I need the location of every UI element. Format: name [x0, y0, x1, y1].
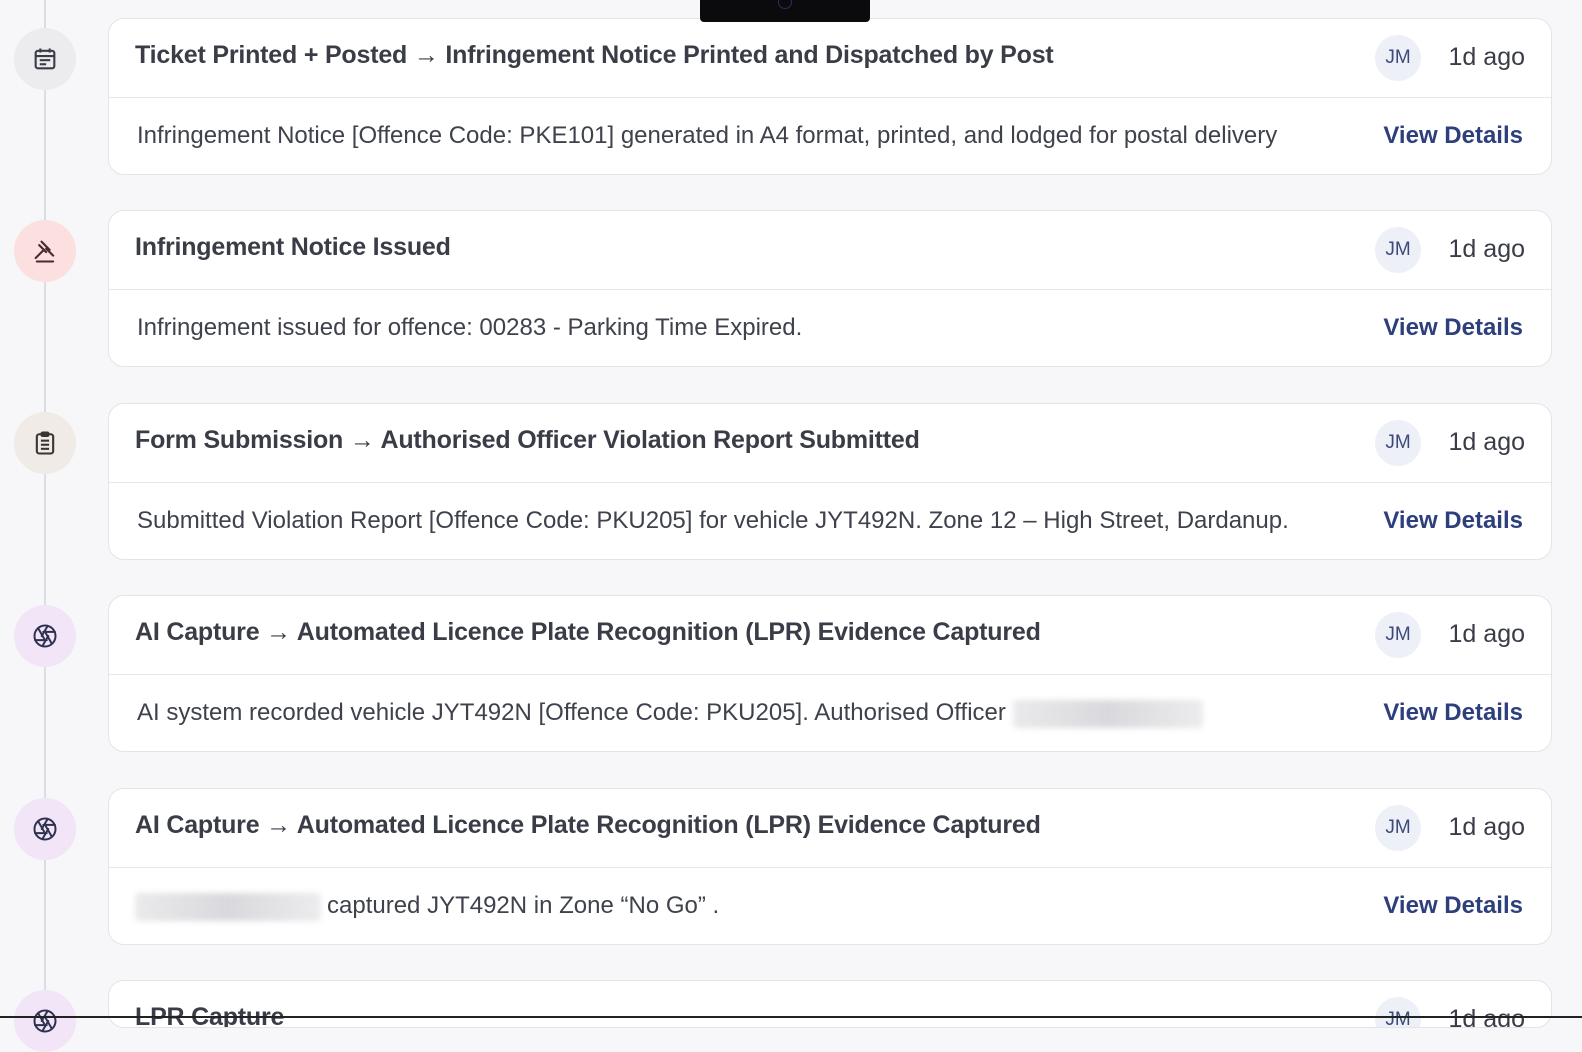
avatar[interactable]: JM — [1375, 612, 1421, 658]
aperture-icon — [33, 1009, 57, 1033]
timeline-node — [14, 990, 76, 1052]
activity-card: Ticket Printed + Posted → Infringement N… — [108, 18, 1552, 175]
activity-card: Form Submission → Authorised Officer Vio… — [108, 403, 1552, 560]
card-header: AI Capture → Automated Licence Plate Rec… — [109, 789, 1551, 868]
view-details-link[interactable]: View Details — [1383, 699, 1523, 727]
activity-card: AI Capture → Automated Licence Plate Rec… — [108, 595, 1552, 752]
card-title: Ticket Printed + Posted → Infringement N… — [135, 41, 1054, 69]
view-details-link[interactable]: View Details — [1383, 507, 1523, 535]
card-body: Submitted Violation Report [Offence Code… — [109, 483, 1551, 559]
card-header: Infringement Notice Issued JM 1d ago — [109, 211, 1551, 290]
avatar[interactable]: JM — [1375, 805, 1421, 851]
timeline-node — [14, 798, 76, 860]
activity-card: Infringement Notice Issued JM 1d ago Inf… — [108, 210, 1552, 367]
card-description: AI system recorded vehicle JYT492N [Offe… — [137, 699, 1006, 726]
redacted-name — [135, 892, 321, 921]
card-body: Infringement issued for offence: 00283 -… — [109, 290, 1551, 366]
timeline-line — [44, 0, 46, 1028]
timestamp: 1d ago — [1448, 235, 1525, 263]
calendar-icon — [34, 48, 56, 70]
activity-card: AI Capture → Automated Licence Plate Rec… — [108, 788, 1552, 945]
timeline-node — [14, 28, 76, 90]
card-description-wrapper: AI system recorded vehicle JYT492N [Offe… — [137, 699, 1203, 728]
card-description: Infringement Notice [Offence Code: PKE10… — [137, 122, 1278, 149]
card-header: AI Capture → Automated Licence Plate Rec… — [109, 596, 1551, 675]
clipboard-icon — [35, 431, 55, 455]
view-details-link[interactable]: View Details — [1383, 122, 1523, 150]
avatar[interactable]: JM — [1375, 35, 1421, 81]
timestamp: 1d ago — [1448, 620, 1525, 648]
card-title: AI Capture → Automated Licence Plate Rec… — [135, 618, 1041, 646]
timeline-node — [14, 220, 76, 282]
card-header: Form Submission → Authorised Officer Vio… — [109, 404, 1551, 483]
card-description: Infringement issued for offence: 00283 -… — [137, 314, 803, 341]
overlay-notch — [700, 0, 870, 22]
timeline-node — [14, 412, 76, 474]
timestamp: 1d ago — [1448, 813, 1525, 841]
card-title: Infringement Notice Issued — [135, 233, 451, 261]
window-bottom-edge — [0, 1016, 1582, 1018]
view-details-link[interactable]: View Details — [1383, 314, 1523, 342]
avatar[interactable]: JM — [1375, 420, 1421, 466]
timestamp: 1d ago — [1448, 428, 1525, 456]
avatar[interactable]: JM — [1375, 227, 1421, 273]
aperture-icon — [33, 624, 57, 648]
redacted-name — [1012, 699, 1203, 728]
activity-card: LPR Capture JM 1d ago — [108, 980, 1552, 1028]
card-body: captured JYT492N in Zone “No Go” . View … — [109, 868, 1551, 944]
card-header: LPR Capture JM 1d ago — [109, 981, 1551, 1027]
view-details-link[interactable]: View Details — [1383, 892, 1523, 920]
card-body: Infringement Notice [Offence Code: PKE10… — [109, 98, 1551, 174]
timeline-node — [14, 605, 76, 667]
card-title: AI Capture → Automated Licence Plate Rec… — [135, 811, 1041, 839]
notch-indicator — [778, 0, 792, 9]
card-header: Ticket Printed + Posted → Infringement N… — [109, 19, 1551, 98]
card-description: Submitted Violation Report [Offence Code… — [137, 507, 1289, 534]
card-description: captured JYT492N in Zone “No Go” . — [327, 892, 720, 919]
gavel-icon — [34, 240, 55, 263]
card-title: Form Submission → Authorised Officer Vio… — [135, 426, 920, 454]
aperture-icon — [33, 817, 57, 841]
card-body: AI system recorded vehicle JYT492N [Offe… — [109, 675, 1551, 751]
timestamp: 1d ago — [1448, 43, 1525, 71]
avatar[interactable]: JM — [1375, 997, 1421, 1027]
card-description-wrapper: captured JYT492N in Zone “No Go” . — [135, 892, 719, 921]
